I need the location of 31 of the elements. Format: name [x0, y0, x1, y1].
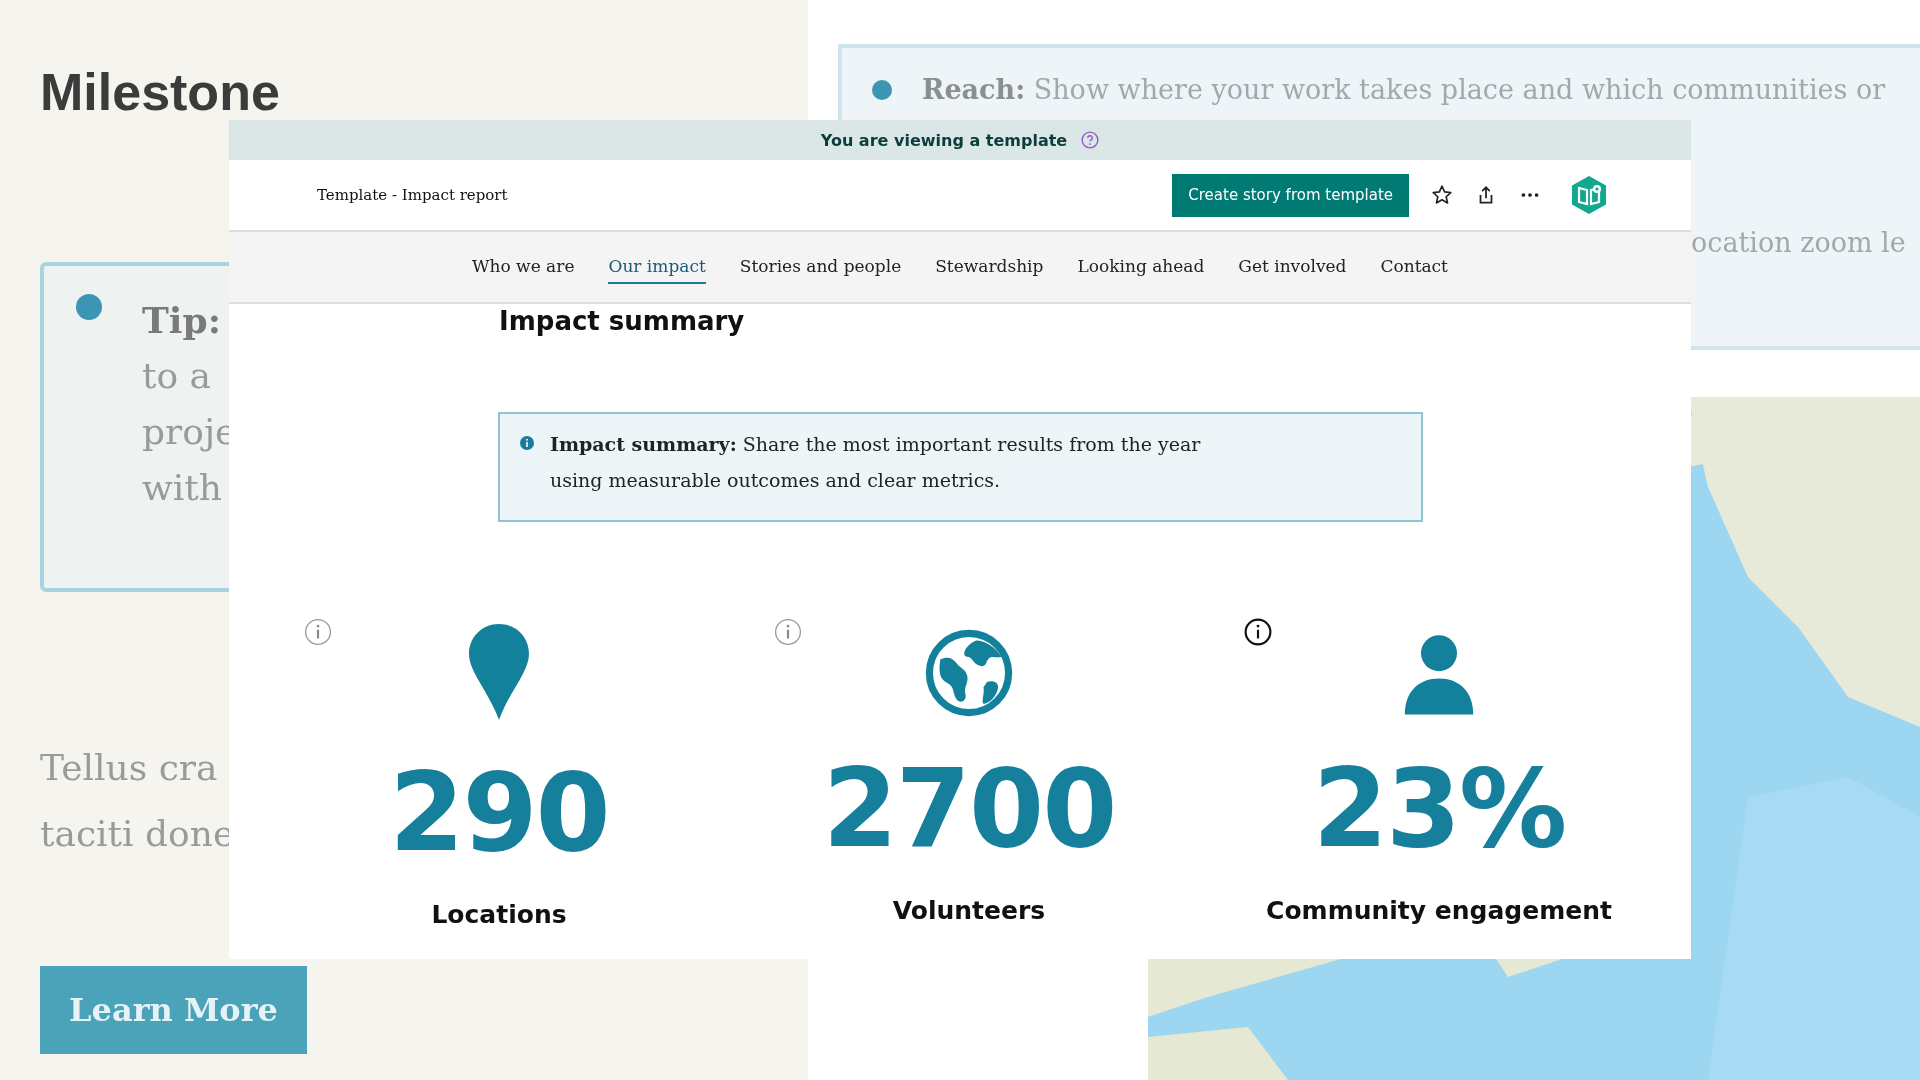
section-heading: Milestone — [40, 62, 281, 122]
section-heading: Impact summary — [499, 305, 746, 338]
paragraph-text: Tellus cra — [40, 746, 218, 790]
nav-link[interactable]: Our impact — [608, 250, 706, 284]
tip-label: Tip: — [142, 298, 221, 343]
stat-label: Locations — [431, 900, 567, 929]
nav-link[interactable]: Looking ahead — [1077, 250, 1205, 284]
banner-text: You are viewing a template — [820, 130, 1068, 150]
nav-link[interactable]: Stories and people — [739, 250, 902, 284]
tip-text: to a — [142, 354, 212, 398]
paragraph-text: taciti done — [40, 812, 235, 856]
stat-label: Volunteers — [892, 896, 1046, 925]
help-icon[interactable] — [1081, 131, 1100, 149]
callout-text: Impact summary: Share the most important results from the year using measurable outcomes and clear metrics. — [550, 432, 1202, 493]
nav-link[interactable]: Contact — [1380, 250, 1448, 284]
stat-label: Community engagement — [1266, 896, 1612, 925]
callout-text: ocation zoom le — [1691, 227, 1907, 258]
stat-value: 290 — [389, 749, 609, 877]
star-icon[interactable] — [1431, 184, 1453, 206]
nav-link[interactable]: Stewardship — [935, 250, 1044, 284]
stat-value: 23% — [1312, 745, 1566, 873]
location-pin-icon — [467, 622, 531, 722]
stat-value: 2700 — [822, 745, 1116, 873]
nav-link[interactable]: Get involved — [1238, 250, 1347, 284]
nav-link[interactable]: Who we are — [472, 250, 575, 284]
tip-text: with — [142, 466, 222, 510]
callout-text: Reach: Show where your work takes place and which communities or — [922, 74, 1886, 105]
story-title: Template - Impact report — [317, 186, 508, 204]
globe-icon — [924, 628, 1014, 718]
create-story-button[interactable]: Create story from template — [1172, 173, 1409, 217]
map-book-icon[interactable] — [1569, 175, 1609, 215]
